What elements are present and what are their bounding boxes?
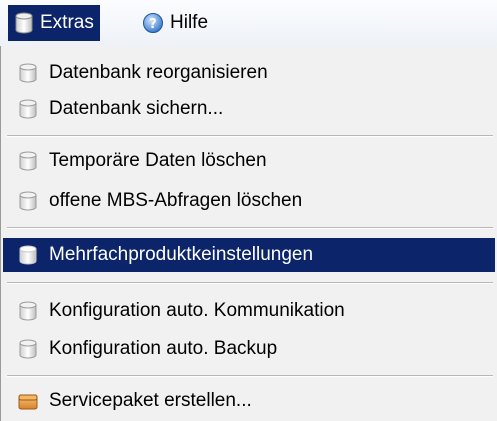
database-icon [15, 12, 33, 34]
menu-separator [7, 282, 493, 284]
menu-separator [7, 135, 493, 137]
database-icon [19, 63, 37, 83]
menu-separator [7, 375, 493, 377]
menu-item-servicepaket-erstellen[interactable]: Servicepaket erstellen... [3, 384, 495, 418]
menu-hilfe-label: Hilfe [170, 12, 209, 33]
database-icon [19, 301, 37, 321]
menu-item-label: offene MBS-Abfragen löschen [49, 190, 303, 211]
menu-item-label: Temporäre Daten löschen [49, 150, 267, 171]
menu-item-mehrfachproduktkeinstellungen[interactable]: Mehrfachproduktkeinstellungen [3, 238, 495, 272]
menu-item-offene-mbs-abfragen-loeschen[interactable]: offene MBS-Abfragen löschen [3, 184, 495, 218]
menu-item-label: Konfiguration auto. Kommunikation [49, 300, 345, 321]
menu-item-label: Mehrfachproduktkeinstellungen [49, 244, 314, 265]
menu-item-temporaere-daten-loeschen[interactable]: Temporäre Daten löschen [3, 144, 495, 178]
menu-item-konfiguration-backup[interactable]: Konfiguration auto. Backup [3, 332, 495, 366]
menu-extras[interactable]: Extras [8, 5, 100, 41]
menu-item-datenbank-sichern[interactable]: Datenbank sichern... [3, 92, 495, 126]
menu-item-datenbank-reorganisieren[interactable]: Datenbank reorganisieren [3, 56, 495, 90]
menu-item-label: Datenbank sichern... [49, 98, 224, 119]
extras-dropdown-menu: Datenbank reorganisieren Datenbank siche… [0, 46, 497, 421]
menu-separator [7, 227, 493, 229]
svg-text:?: ? [149, 17, 157, 32]
database-icon [19, 99, 37, 119]
menu-item-label: Datenbank reorganisieren [49, 62, 268, 83]
database-icon [19, 151, 37, 171]
menu-bar: Extras ? Hilfe [0, 0, 497, 46]
menu-hilfe[interactable]: ? Hilfe [136, 5, 214, 41]
database-icon [19, 191, 37, 211]
database-icon [19, 245, 37, 265]
help-icon: ? [143, 13, 163, 33]
menu-extras-label: Extras [40, 12, 94, 33]
menu-item-label: Servicepaket erstellen... [49, 390, 252, 411]
database-icon [19, 339, 37, 359]
menu-item-label: Konfiguration auto. Backup [49, 338, 278, 359]
menu-item-konfiguration-kommunikation[interactable]: Konfiguration auto. Kommunikation [3, 294, 495, 328]
package-icon [18, 394, 38, 410]
